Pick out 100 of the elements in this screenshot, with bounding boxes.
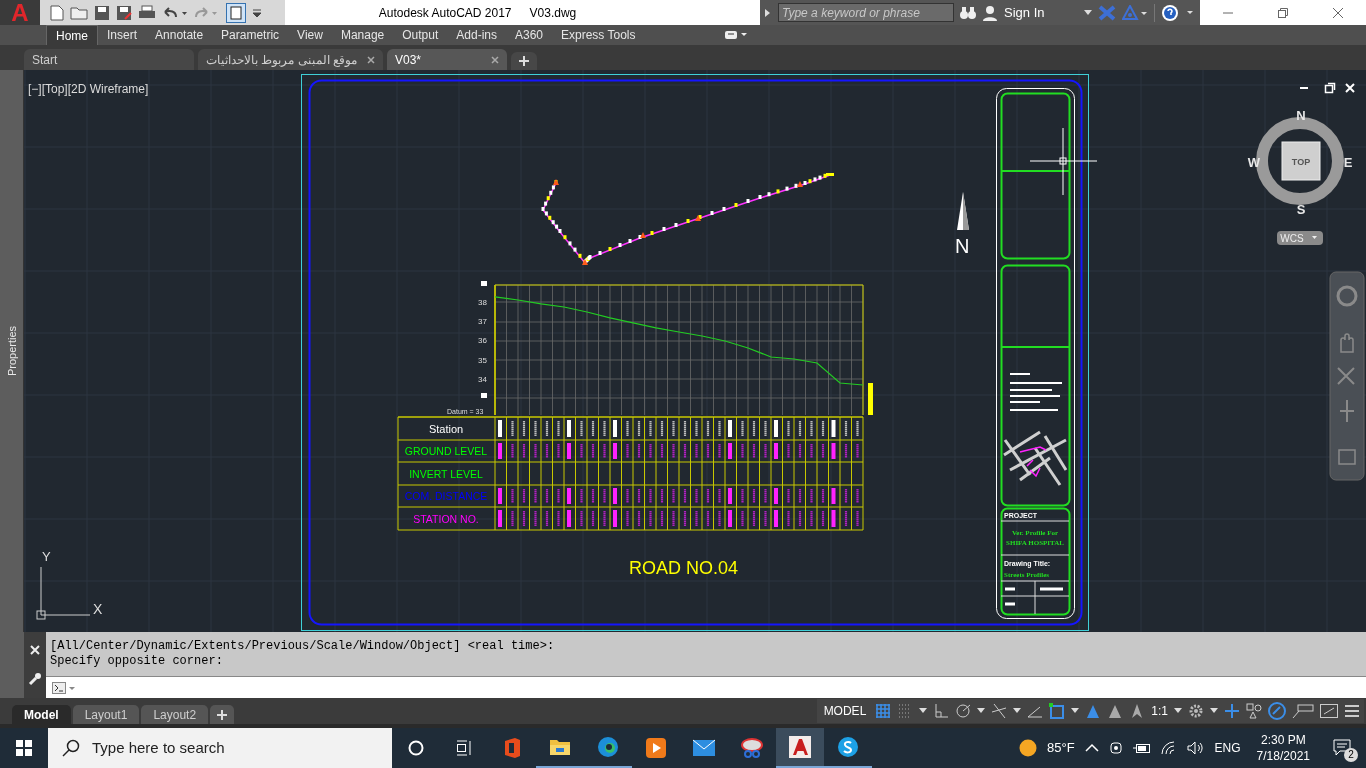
save-icon[interactable]	[94, 4, 110, 21]
folder-icon[interactable]	[70, 5, 88, 20]
ribbon-tab[interactable]: Home	[46, 25, 98, 45]
triangle-icon[interactable]	[1122, 4, 1148, 21]
workspace-icon[interactable]	[226, 2, 246, 23]
ribbon-tab[interactable]: Insert	[98, 25, 147, 45]
ribbon-tab[interactable]: Output	[393, 25, 448, 45]
battery-icon[interactable]	[1132, 742, 1151, 754]
road-title: ROAD NO.04	[629, 558, 739, 578]
isolate-icon[interactable]	[1268, 702, 1286, 720]
language-indicator[interactable]: ENG	[1214, 739, 1241, 757]
restore-icon[interactable]	[1324, 82, 1336, 94]
search-icon	[62, 739, 80, 757]
expand-icon[interactable]	[764, 7, 772, 18]
ribbon-tab[interactable]: Manage	[331, 25, 394, 45]
windows-icon[interactable]	[16, 740, 32, 756]
wrench-icon[interactable]	[28, 671, 42, 686]
dropdown-icon[interactable]	[1084, 9, 1092, 16]
chevron-up-icon[interactable]	[1084, 743, 1099, 753]
layout-tab[interactable]: Layout1	[72, 705, 140, 724]
envelope-icon	[692, 739, 716, 757]
printer-icon[interactable]	[138, 4, 156, 21]
new-icon[interactable]	[50, 4, 64, 21]
minimize-icon[interactable]	[1299, 87, 1309, 89]
plus-icon	[217, 709, 228, 720]
plus-icon	[519, 56, 529, 66]
speaker-icon[interactable]	[1186, 741, 1205, 755]
polar-icon[interactable]	[955, 703, 972, 719]
new-tab-button[interactable]	[511, 52, 537, 70]
dropdown-icon[interactable]	[252, 7, 262, 18]
axis-tick-label: 34	[478, 375, 487, 384]
layout-tab[interactable]: Layout2	[141, 705, 209, 724]
marker-icon	[481, 393, 487, 398]
panel-toggle-icon[interactable]	[724, 30, 747, 40]
file-tab[interactable]: موقع المبنى مربوط بالاحداثيات	[198, 49, 383, 70]
plus-icon[interactable]	[1224, 703, 1240, 719]
dropdown-icon[interactable]	[977, 708, 986, 714]
marker-icon	[868, 383, 873, 415]
viewcube-face[interactable]	[1281, 141, 1321, 181]
axis-tick-label: 38	[478, 297, 487, 307]
user-icon[interactable]	[982, 4, 998, 21]
sign-in-link[interactable]: Sign In	[1004, 2, 1078, 23]
annotation-icon[interactable]	[1107, 703, 1124, 719]
palette-title: Properties	[6, 325, 19, 377]
wifi-icon[interactable]	[1160, 741, 1177, 755]
file-name: V03.dwg	[529, 4, 577, 22]
wcs-menu-button[interactable]	[1277, 231, 1323, 245]
new-layout-button[interactable]	[210, 705, 235, 724]
temperature[interactable]: 85°F	[1047, 738, 1075, 758]
object-snap-icon[interactable]	[991, 703, 1008, 719]
settings-icon[interactable]	[1188, 703, 1204, 719]
layout-tab[interactable]: Model	[12, 705, 71, 724]
model-space-button[interactable]: MODEL	[820, 702, 870, 720]
fullscreen-icon[interactable]	[1320, 704, 1338, 718]
toolbar-icon[interactable]	[1292, 703, 1314, 719]
task-view-icon	[456, 740, 472, 756]
clock[interactable]: 2:30 PM 7/18/2021	[1250, 732, 1316, 764]
notifications-button[interactable]: 2	[1326, 734, 1358, 762]
palette-strip	[0, 632, 24, 698]
dropdown-icon[interactable]	[919, 708, 928, 714]
command-input-field[interactable]	[46, 676, 1366, 698]
wcs-label: WCS	[1280, 233, 1304, 244]
ribbon-tab[interactable]: Parametric	[212, 25, 289, 45]
grid-icon[interactable]	[875, 703, 892, 719]
dropdown-icon[interactable]	[1210, 708, 1218, 714]
circle-icon	[408, 740, 424, 756]
camera-icon[interactable]	[1108, 740, 1123, 756]
menu-icon[interactable]	[1344, 704, 1360, 718]
folder-icon	[549, 738, 571, 756]
dropdown-icon[interactable]	[1013, 708, 1022, 714]
binoculars-icon[interactable]	[960, 5, 976, 20]
ribbon-tab[interactable]: Express Tools	[552, 25, 645, 45]
ribbon-tab[interactable]: A360	[506, 25, 552, 45]
north-arrow-icon	[957, 192, 969, 230]
viewport-controls[interactable]: [−][Top][2D Wireframe]	[28, 80, 149, 98]
dropdown-icon[interactable]	[1174, 708, 1182, 714]
autocad-button[interactable]	[776, 728, 824, 768]
selection-icon[interactable]	[1049, 703, 1066, 719]
search-field[interactable]: Type here to search	[48, 728, 392, 768]
autocad-icon	[788, 735, 812, 759]
ribbon-tab[interactable]: View	[288, 25, 332, 45]
ortho-icon[interactable]	[933, 703, 950, 719]
ribbon-tab[interactable]: Add-ins	[447, 25, 506, 45]
axis-tick-label: 36	[478, 336, 487, 346]
file-tab[interactable]: Start	[24, 49, 194, 70]
help-icon[interactable]	[1161, 3, 1195, 22]
undo-icon[interactable]	[162, 5, 188, 20]
ribbon-tab[interactable]: Annotate	[146, 25, 213, 45]
prompt-icon[interactable]	[52, 681, 76, 694]
save-as-icon[interactable]	[116, 4, 132, 21]
shapes-icon[interactable]	[1246, 703, 1262, 719]
x-axis-label: X	[93, 601, 103, 617]
file-tab[interactable]: V03*	[387, 49, 507, 70]
annotation-icon[interactable]	[1085, 703, 1102, 719]
window-title: Autodesk AutoCAD 2017	[378, 4, 512, 22]
annotation-scale-button[interactable]: 1:1	[1151, 702, 1168, 720]
dropdown-icon[interactable]	[1071, 708, 1080, 714]
y-axis-label: Y	[42, 549, 51, 564]
properties-palette[interactable]: Properties	[0, 70, 24, 632]
notification-count: 2	[1344, 748, 1358, 762]
